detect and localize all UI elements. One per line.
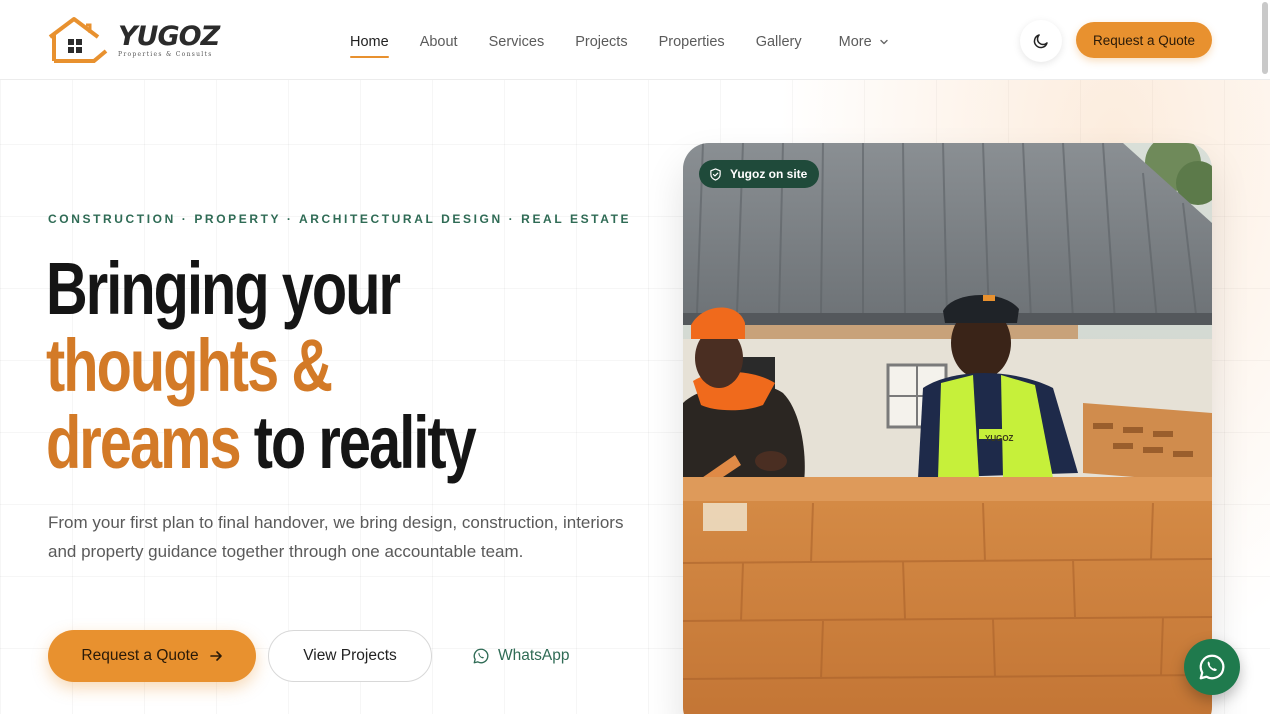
view-projects-button[interactable]: View Projects (268, 630, 432, 682)
nav-item-home[interactable]: Home (350, 34, 389, 58)
main-nav: Home About Services Projects Properties … (350, 30, 920, 58)
hero-headline: Bringing your thoughts & dreams to reali… (46, 247, 477, 484)
hero-eyebrow: CONSTRUCTION · PROPERTY · ARCHITECTURAL … (48, 212, 632, 226)
page-scrollbar[interactable] (1262, 2, 1268, 74)
whatsapp-icon (1199, 654, 1225, 680)
on-site-badge: Yugoz on site (699, 160, 820, 188)
hero-site-photo: YUGOZ (683, 143, 1212, 714)
shield-check-icon (710, 167, 721, 181)
headline-line-1: Bringing your (46, 247, 401, 330)
hero-lead-text: From your first plan to final handover, … (48, 513, 624, 561)
whatsapp-icon (473, 648, 489, 664)
moon-icon (1033, 34, 1048, 49)
whatsapp-floating-button[interactable] (1184, 639, 1240, 695)
chevron-down-icon (879, 39, 888, 45)
house-logo-icon (46, 15, 110, 65)
brand-logo[interactable]: YUGOZ Properties & Consults (46, 14, 246, 66)
whatsapp-label: WhatsApp (498, 647, 570, 664)
nav-more-label: More (838, 34, 872, 50)
theme-toggle-button[interactable] (1020, 20, 1062, 62)
headline-line-3-rest: to reality (239, 401, 477, 484)
header-request-quote-button[interactable]: Request a Quote (1076, 22, 1212, 58)
nav-item-gallery[interactable]: Gallery (756, 34, 802, 50)
hero-request-quote-label: Request a Quote (81, 647, 199, 664)
brand-name: YUGOZ (118, 20, 220, 52)
hero-request-quote-button[interactable]: Request a Quote (48, 630, 256, 682)
nav-item-projects[interactable]: Projects (575, 34, 627, 50)
svg-text:YUGOZ: YUGOZ (985, 434, 1014, 443)
brand-tagline: Properties & Consults (118, 50, 213, 58)
nav-item-properties[interactable]: Properties (659, 34, 725, 50)
site-header: YUGOZ Properties & Consults Home About S… (0, 0, 1270, 80)
whatsapp-link[interactable]: WhatsApp (472, 630, 570, 682)
arrow-right-icon (209, 651, 222, 661)
headline-line-2: thoughts & (46, 324, 333, 407)
headline-line-3-accent: dreams (46, 401, 242, 484)
nav-item-services[interactable]: Services (489, 34, 545, 50)
nav-item-more[interactable]: More (839, 34, 889, 50)
nav-item-about[interactable]: About (420, 34, 458, 50)
on-site-badge-label: Yugoz on site (730, 167, 808, 181)
